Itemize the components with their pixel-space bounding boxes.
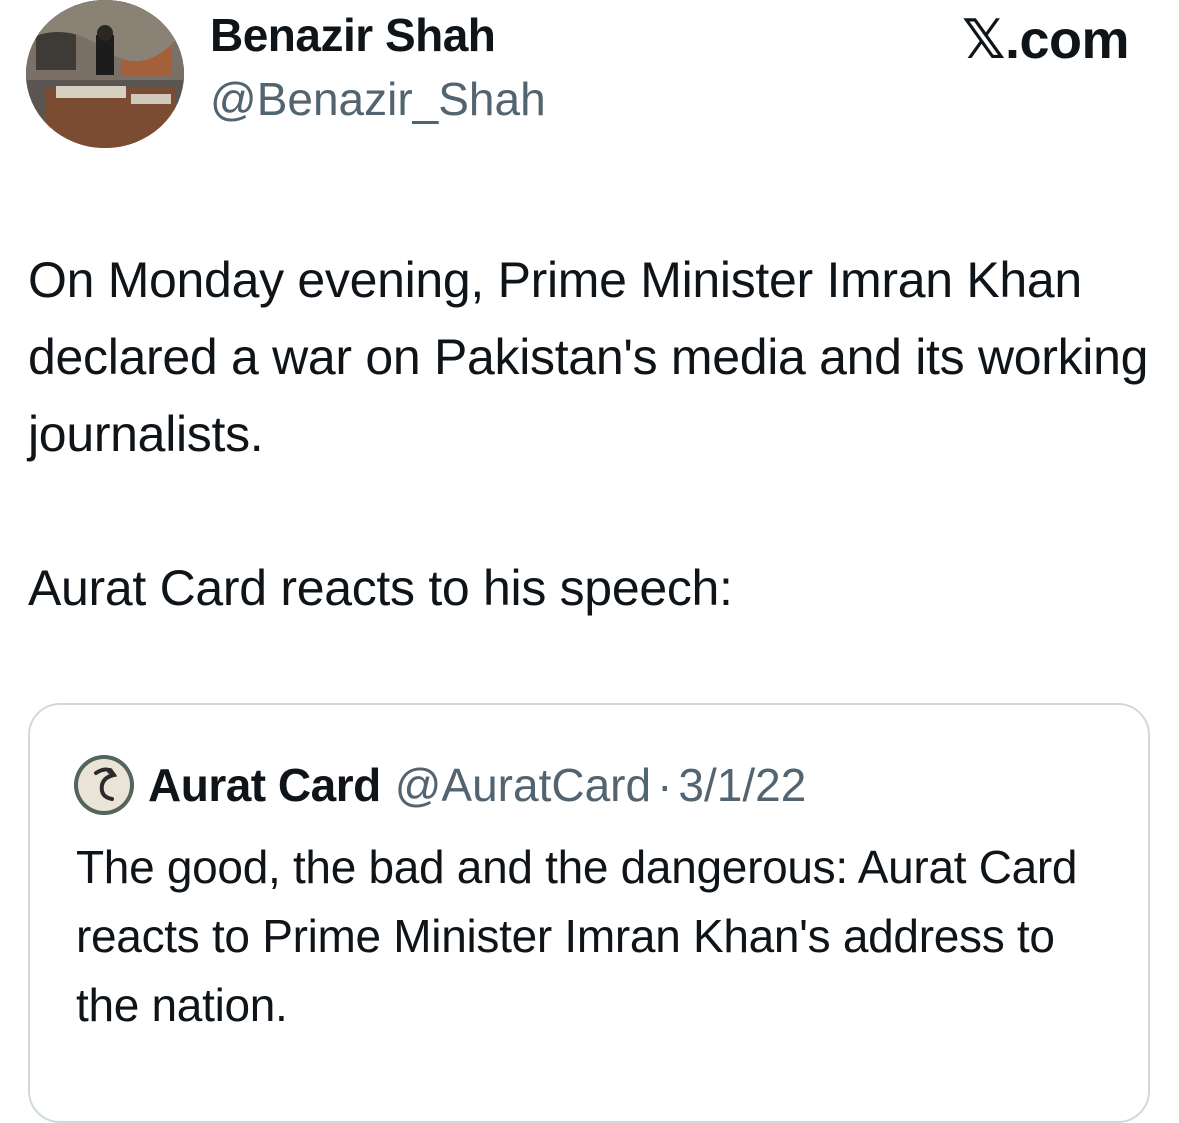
- quoted-author-handle[interactable]: @AuratCard: [395, 758, 651, 812]
- quoted-tweet-text: The good, the bad and the dangerous: Aur…: [76, 841, 1078, 1031]
- quoted-tweet-header: Aurat Card @AuratCard · 3/1/22: [74, 755, 806, 815]
- author-avatar[interactable]: [26, 0, 184, 148]
- author-display-name[interactable]: Benazir Shah: [210, 8, 496, 62]
- tweet-paragraph: On Monday evening, Prime Minister Imran …: [28, 252, 1149, 462]
- quoted-tweet-card[interactable]: Aurat Card @AuratCard · 3/1/22 The good,…: [28, 703, 1150, 1123]
- tweet-body: On Monday evening, Prime Minister Imran …: [28, 242, 1158, 627]
- quoted-author-avatar[interactable]: [74, 755, 134, 815]
- quoted-tweet-date[interactable]: 3/1/22: [678, 758, 806, 812]
- author-handle[interactable]: @Benazir_Shah: [210, 72, 546, 126]
- tweet-paragraph: Aurat Card reacts to his speech:: [28, 560, 733, 616]
- x-logo: 𝕏.com: [961, 10, 1130, 70]
- quoted-author-name[interactable]: Aurat Card: [148, 758, 381, 812]
- separator-dot: ·: [657, 759, 673, 811]
